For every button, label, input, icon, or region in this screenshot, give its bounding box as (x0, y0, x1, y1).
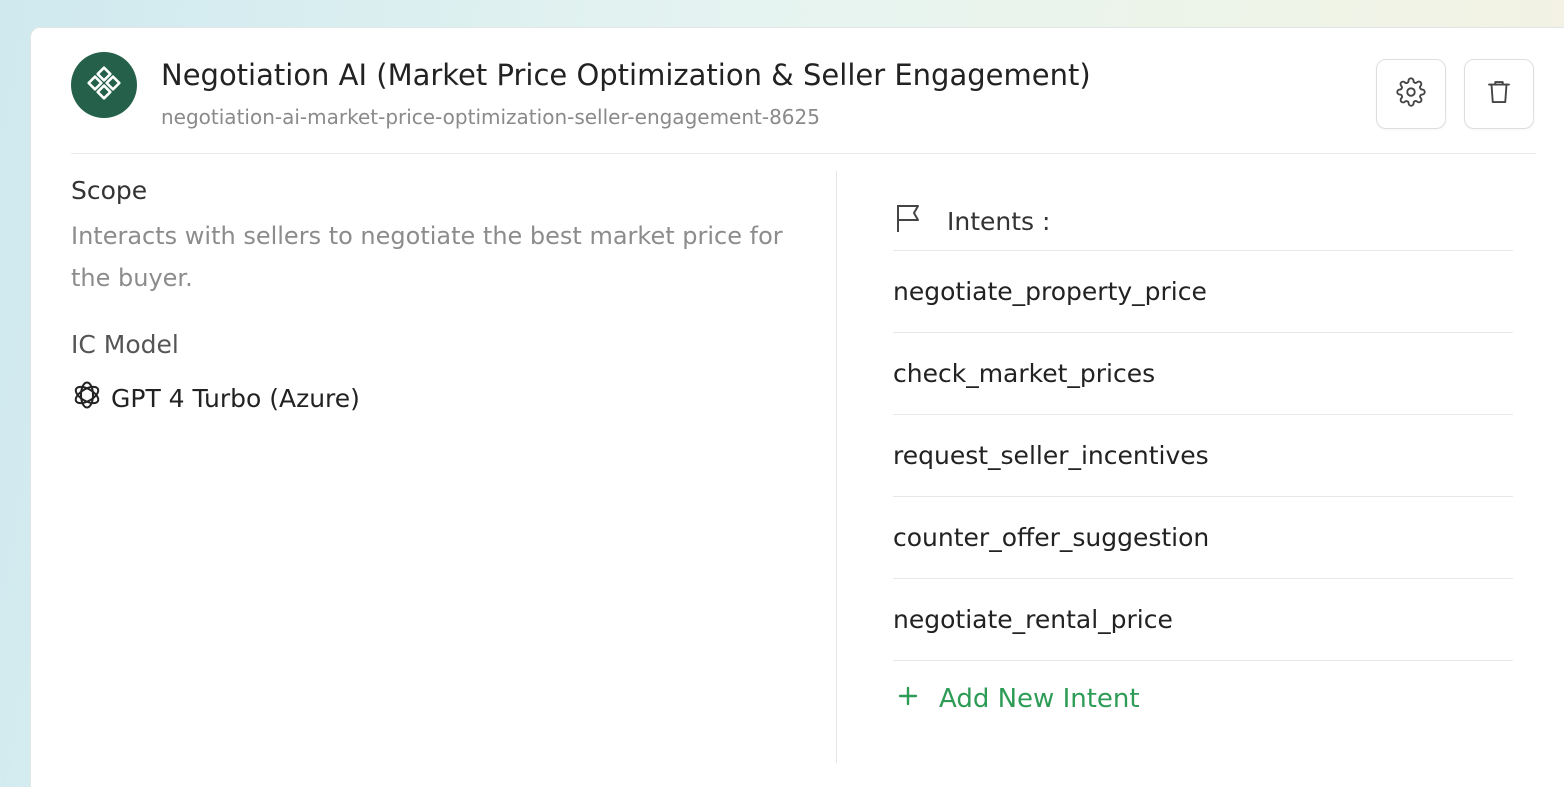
scope-text: Interacts with sellers to negotiate the … (71, 222, 783, 292)
agent-title: Negotiation AI (Market Price Optimizatio… (161, 58, 1091, 92)
agent-avatar (71, 52, 137, 118)
header-divider (71, 153, 1536, 154)
intent-item[interactable]: counter_offer_suggestion (893, 497, 1513, 579)
ic-model-value: GPT 4 Turbo (Azure) (111, 383, 360, 413)
trash-icon (1484, 77, 1514, 111)
scope-label: Scope (71, 176, 148, 205)
delete-button[interactable] (1464, 59, 1534, 129)
intent-item[interactable]: check_market_prices (893, 333, 1513, 415)
settings-button[interactable] (1376, 59, 1446, 129)
intents-label: Intents : (947, 206, 1051, 236)
intent-item[interactable]: negotiate_rental_price (893, 579, 1513, 661)
plus-icon (897, 684, 919, 714)
agent-card: Negotiation AI (Market Price Optimizatio… (30, 27, 1564, 787)
diamond-grid-icon (86, 65, 122, 105)
openai-icon (71, 379, 103, 417)
intent-item[interactable]: request_seller_incentives (893, 415, 1513, 497)
add-intent-button[interactable]: Add New Intent (897, 684, 1140, 714)
ic-model-value-row: GPT 4 Turbo (Azure) (71, 379, 360, 417)
gear-icon (1396, 77, 1426, 111)
intent-item[interactable]: negotiate_property_price (893, 251, 1513, 333)
column-divider (836, 171, 837, 763)
intents-list: negotiate_property_price check_market_pr… (893, 250, 1513, 661)
add-intent-label: Add New Intent (939, 684, 1140, 714)
agent-slug: negotiation-ai-market-price-optimization… (161, 105, 820, 129)
flag-icon (893, 202, 923, 240)
intents-header: Intents : (893, 202, 1050, 240)
ic-model-label: IC Model (71, 330, 179, 359)
